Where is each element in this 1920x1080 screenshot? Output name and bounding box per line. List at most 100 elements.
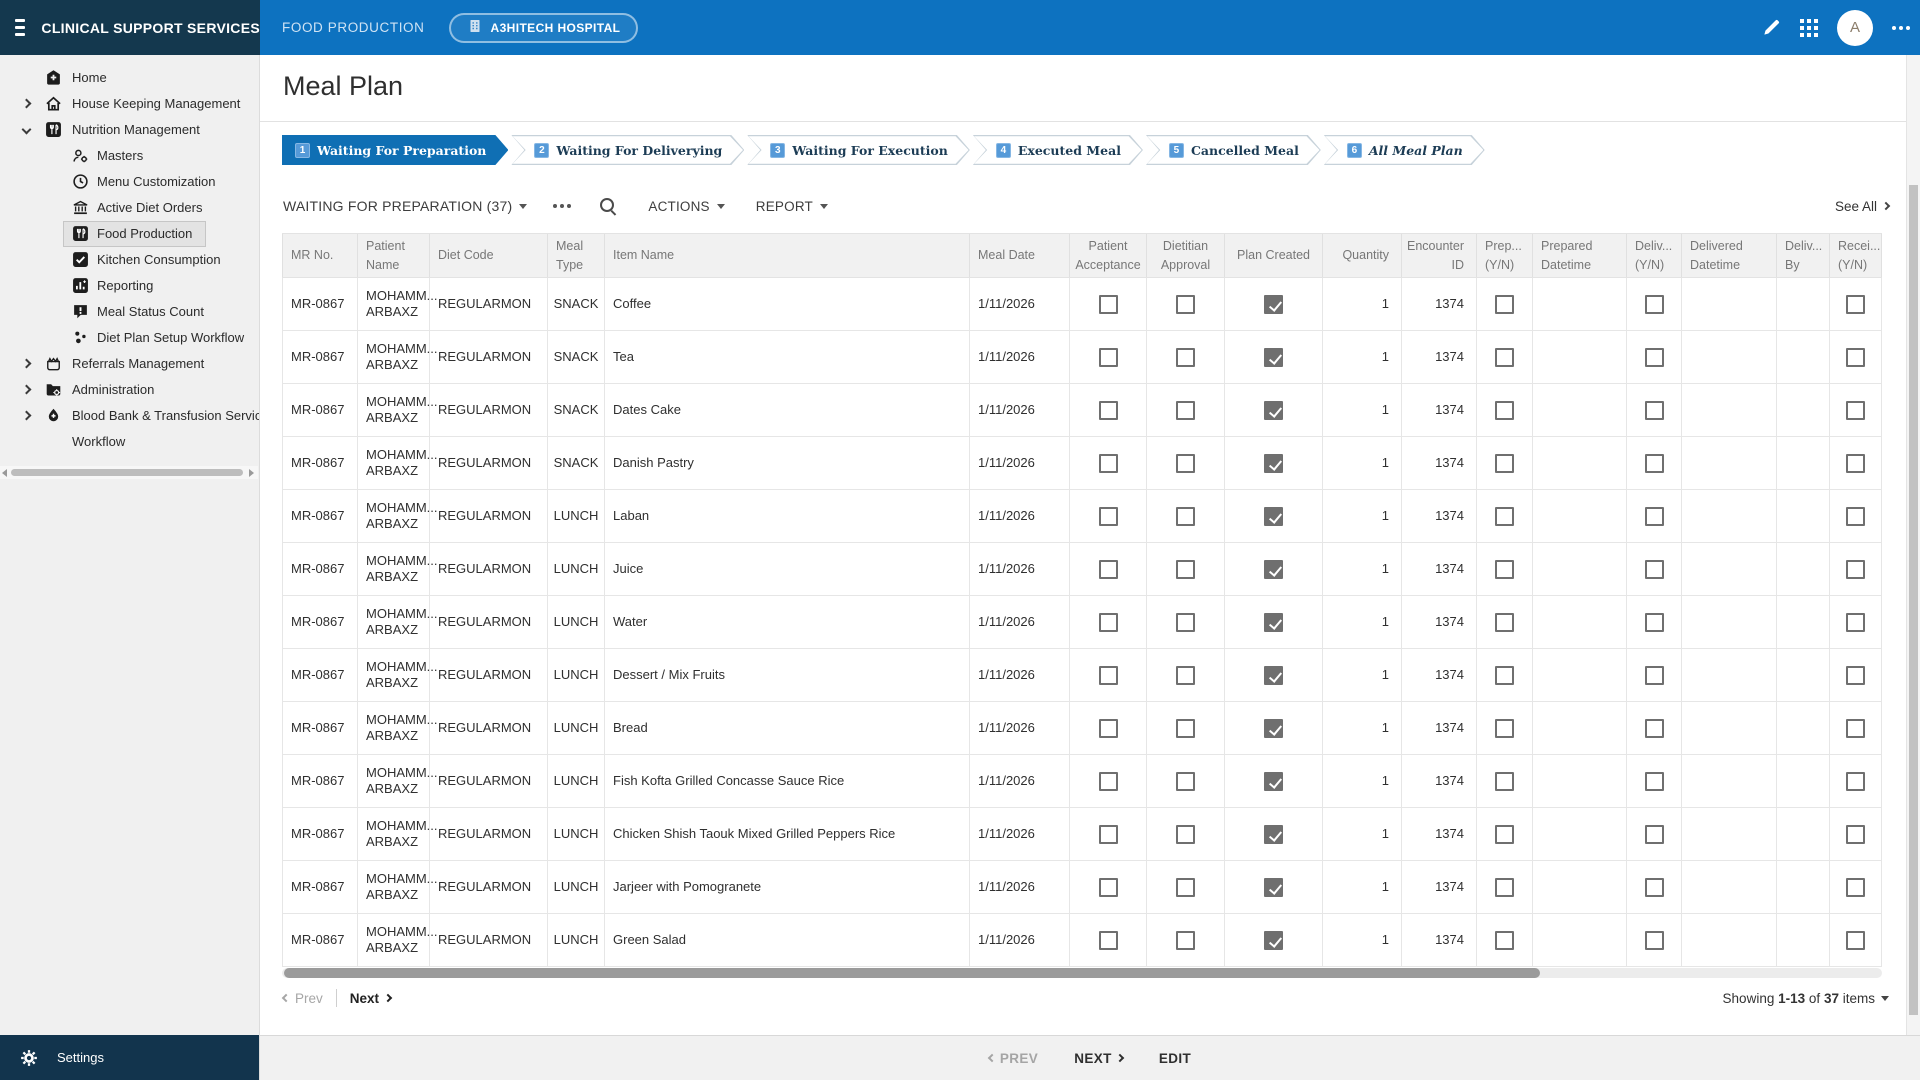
- plan_created-checkbox[interactable]: [1264, 772, 1283, 791]
- dietitian_approval-checkbox[interactable]: [1176, 295, 1195, 314]
- dietitian_approval-checkbox[interactable]: [1176, 931, 1195, 950]
- column-header-diet_code[interactable]: Diet Code: [430, 234, 548, 277]
- plan_created-checkbox[interactable]: [1264, 878, 1283, 897]
- column-header-plan_created[interactable]: Plan Created: [1225, 234, 1323, 277]
- sidebar-item-reporting[interactable]: Reporting: [0, 273, 259, 299]
- deliv-checkbox[interactable]: [1645, 401, 1664, 420]
- prep-checkbox[interactable]: [1495, 295, 1514, 314]
- recei-checkbox[interactable]: [1846, 825, 1865, 844]
- avatar[interactable]: A: [1837, 10, 1873, 46]
- page-vertical-scrollbar[interactable]: [1906, 55, 1920, 1035]
- sidebar-item-nutrition-management[interactable]: Nutrition Management: [0, 117, 259, 143]
- table-row[interactable]: MR-0867MOHAMM...ARBAXZREGULARMONLUNCHGre…: [282, 914, 1882, 967]
- apps-grid-icon[interactable]: [1800, 19, 1818, 37]
- sidebar-item-diet-plan-setup-workflow[interactable]: Diet Plan Setup Workflow: [0, 325, 259, 351]
- prep-checkbox[interactable]: [1495, 613, 1514, 632]
- pencil-icon[interactable]: [1762, 18, 1781, 37]
- recei-checkbox[interactable]: [1846, 719, 1865, 738]
- patient_acceptance-checkbox[interactable]: [1099, 348, 1118, 367]
- tab-cancelled-meal[interactable]: 5Cancelled Meal: [1146, 135, 1321, 165]
- recei-checkbox[interactable]: [1846, 454, 1865, 473]
- column-header-encounter_id[interactable]: EncounterID: [1402, 234, 1477, 277]
- page-scrollbar-thumb[interactable]: [1909, 185, 1918, 1015]
- table-row[interactable]: MR-0867MOHAMM...ARBAXZREGULARMONSNACKDat…: [282, 384, 1882, 437]
- table-horizontal-scrollbar[interactable]: [282, 968, 1882, 978]
- tab-all-meal-plan[interactable]: 6All Meal Plan: [1324, 135, 1485, 165]
- column-header-meal_type[interactable]: Meal Type: [548, 234, 605, 277]
- patient_acceptance-checkbox[interactable]: [1099, 666, 1118, 685]
- sidebar-item-house-keeping-management[interactable]: House Keeping Management: [0, 91, 259, 117]
- dietitian_approval-checkbox[interactable]: [1176, 454, 1195, 473]
- deliv-checkbox[interactable]: [1645, 825, 1664, 844]
- sidebar-item-meal-status-count[interactable]: Meal Status Count: [0, 299, 259, 325]
- dietitian_approval-checkbox[interactable]: [1176, 719, 1195, 738]
- patient_acceptance-checkbox[interactable]: [1099, 719, 1118, 738]
- deliv-checkbox[interactable]: [1645, 772, 1664, 791]
- patient_acceptance-checkbox[interactable]: [1099, 878, 1118, 897]
- patient_acceptance-checkbox[interactable]: [1099, 560, 1118, 579]
- plan_created-checkbox[interactable]: [1264, 931, 1283, 950]
- dietitian_approval-checkbox[interactable]: [1176, 666, 1195, 685]
- see-all-link[interactable]: See All: [1835, 199, 1889, 214]
- prep-checkbox[interactable]: [1495, 931, 1514, 950]
- table-row[interactable]: MR-0867MOHAMM...ARBAXZREGULARMONLUNCHWat…: [282, 596, 1882, 649]
- plan_created-checkbox[interactable]: [1264, 507, 1283, 526]
- sidebar-scrollbar-thumb[interactable]: [11, 469, 243, 476]
- more-options-icon[interactable]: [1892, 26, 1910, 30]
- footer-edit-button[interactable]: EDIT: [1159, 1051, 1191, 1066]
- prep-checkbox[interactable]: [1495, 454, 1514, 473]
- recei-checkbox[interactable]: [1846, 613, 1865, 632]
- plan_created-checkbox[interactable]: [1264, 295, 1283, 314]
- table-row[interactable]: MR-0867MOHAMM...ARBAXZREGULARMONLUNCHFis…: [282, 755, 1882, 808]
- column-header-patient_acceptance[interactable]: PatientAcceptance: [1070, 234, 1147, 277]
- deliv-checkbox[interactable]: [1645, 931, 1664, 950]
- prep-checkbox[interactable]: [1495, 401, 1514, 420]
- prep-checkbox[interactable]: [1495, 666, 1514, 685]
- prep-checkbox[interactable]: [1495, 719, 1514, 738]
- sidebar-item-workflow[interactable]: Workflow: [0, 429, 259, 455]
- table-row[interactable]: MR-0867MOHAMM...ARBAXZREGULARMONLUNCHJar…: [282, 861, 1882, 914]
- patient_acceptance-checkbox[interactable]: [1099, 401, 1118, 420]
- hospital-badge[interactable]: A3HITECH HOSPITAL: [449, 13, 639, 43]
- column-header-item_name[interactable]: Item Name: [605, 234, 970, 277]
- column-header-recei[interactable]: Recei...(Y/N): [1830, 234, 1882, 277]
- deliv-checkbox[interactable]: [1645, 878, 1664, 897]
- deliv-checkbox[interactable]: [1645, 560, 1664, 579]
- column-header-deliv_by[interactable]: Deliv...By: [1777, 234, 1830, 277]
- table-row[interactable]: MR-0867MOHAMM...ARBAXZREGULARMONLUNCHLab…: [282, 490, 1882, 543]
- settings-button[interactable]: Settings: [0, 1035, 259, 1080]
- sidebar-item-blood-bank-transfusion-service[interactable]: Blood Bank & Transfusion Service: [0, 403, 259, 429]
- plan_created-checkbox[interactable]: [1264, 719, 1283, 738]
- footer-prev-button[interactable]: PREV: [989, 1051, 1038, 1066]
- deliv-checkbox[interactable]: [1645, 719, 1664, 738]
- sidebar-item-active-diet-orders[interactable]: Active Diet Orders: [0, 195, 259, 221]
- next-page-button[interactable]: Next: [350, 991, 391, 1006]
- plan_created-checkbox[interactable]: [1264, 560, 1283, 579]
- recei-checkbox[interactable]: [1846, 401, 1865, 420]
- column-header-mr_no[interactable]: MR No.: [282, 234, 358, 277]
- chevron-down-icon[interactable]: [22, 125, 32, 135]
- deliv-checkbox[interactable]: [1645, 666, 1664, 685]
- plan_created-checkbox[interactable]: [1264, 825, 1283, 844]
- recei-checkbox[interactable]: [1846, 666, 1865, 685]
- view-filter-dropdown[interactable]: WAITING FOR PREPARATION (37): [283, 198, 527, 214]
- column-header-patient[interactable]: Patient Name: [358, 234, 430, 277]
- search-icon[interactable]: [599, 197, 617, 215]
- tab-executed-meal[interactable]: 4Executed Meal: [973, 135, 1143, 165]
- dietitian_approval-checkbox[interactable]: [1176, 507, 1195, 526]
- recei-checkbox[interactable]: [1846, 348, 1865, 367]
- prev-page-button[interactable]: Prev: [283, 991, 323, 1006]
- patient_acceptance-checkbox[interactable]: [1099, 454, 1118, 473]
- table-row[interactable]: MR-0867MOHAMM...ARBAXZREGULARMONLUNCHJui…: [282, 543, 1882, 596]
- plan_created-checkbox[interactable]: [1264, 401, 1283, 420]
- patient_acceptance-checkbox[interactable]: [1099, 825, 1118, 844]
- dietitian_approval-checkbox[interactable]: [1176, 772, 1195, 791]
- patient_acceptance-checkbox[interactable]: [1099, 295, 1118, 314]
- table-row[interactable]: MR-0867MOHAMM...ARBAXZREGULARMONSNACKCof…: [282, 278, 1882, 331]
- column-header-prep[interactable]: Prep...(Y/N): [1477, 234, 1533, 277]
- column-header-deliv[interactable]: Deliv...(Y/N): [1627, 234, 1682, 277]
- recei-checkbox[interactable]: [1846, 507, 1865, 526]
- tab-waiting-for-execution[interactable]: 3Waiting For Execution: [747, 135, 970, 165]
- prep-checkbox[interactable]: [1495, 507, 1514, 526]
- chevron-right-icon[interactable]: [22, 411, 32, 421]
